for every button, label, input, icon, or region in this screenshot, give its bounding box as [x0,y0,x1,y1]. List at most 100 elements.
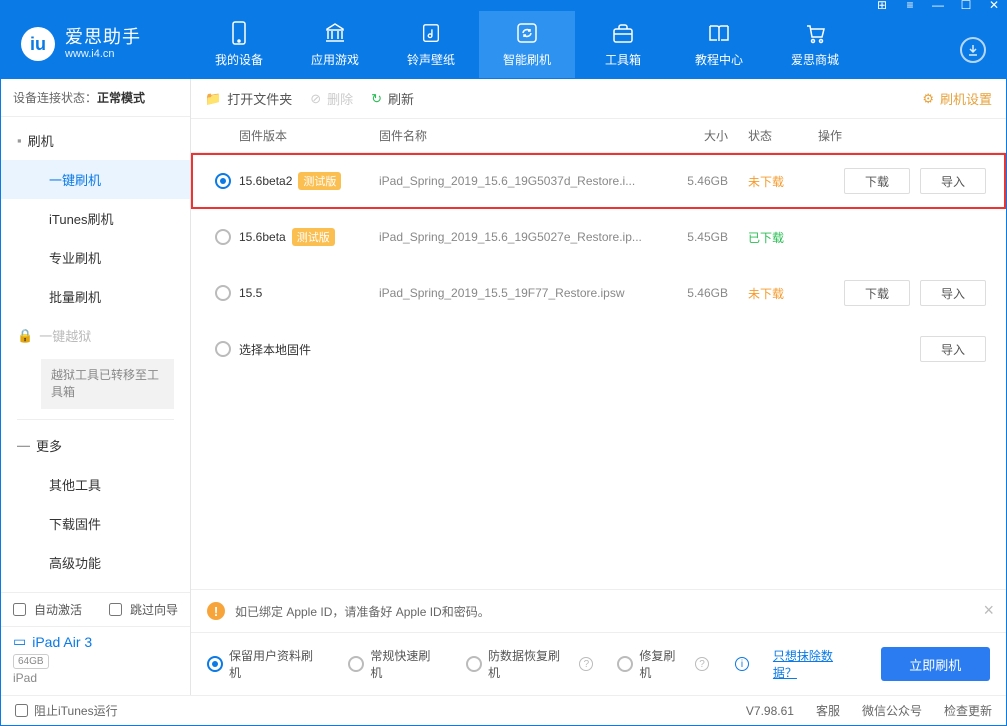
row-radio[interactable] [215,341,231,357]
appleid-warning: ! 如已绑定 Apple ID，请准备好 Apple ID和密码。 × [191,590,1006,633]
firmware-version: 15.6beta [239,230,286,244]
sidebar-item-pro-flash[interactable]: 专业刷机 [1,238,190,277]
sidebar-group-flash[interactable]: ▪ 刷机 [1,121,190,160]
auto-activate-label: 自动激活 [34,601,82,618]
sidebar-item-oneclick-flash[interactable]: 一键刷机 [1,160,190,199]
import-button[interactable]: 导入 [920,280,986,306]
refresh-button[interactable]: ↻ 刷新 [371,89,414,108]
download-button[interactable]: 下载 [844,280,910,306]
sidebar-item-batch-flash[interactable]: 批量刷机 [1,277,190,316]
main-content: 📁 打开文件夹 ⊘ 删除 ↻ 刷新 ⚙ 刷机设置 固件版本 固件名称 大小 状态… [191,79,1006,695]
info-icon[interactable]: i [735,657,749,671]
help-icon[interactable]: ? [695,657,709,671]
nav-ringtones[interactable]: 铃声壁纸 [383,11,479,78]
download-button[interactable]: 下载 [844,168,910,194]
customer-service-link[interactable]: 客服 [816,702,840,719]
open-folder-button[interactable]: 📁 打开文件夹 [205,89,292,108]
firmware-row[interactable]: 15.6beta2测试版iPad_Spring_2019_15.6_19G503… [191,153,1006,209]
firmware-status: 未下载 [728,173,818,190]
folder-icon: 📁 [205,91,221,107]
tablet-icon: ▭ [13,633,26,650]
firmware-filename: iPad_Spring_2019_15.6_19G5037d_Restore.i… [379,174,648,188]
cart-icon [803,21,827,45]
divider [17,419,174,420]
device-connection-status: 设备连接状态：正常模式 [1,79,190,117]
toolbar: 📁 打开文件夹 ⊘ 删除 ↻ 刷新 ⚙ 刷机设置 [191,79,1006,119]
skip-guide-label: 跳过向导 [130,601,178,618]
opt-repair-flash[interactable]: 修复刷机? [617,647,709,681]
window-titlebar: ⊞ ≡ — ☐ ✕ [1,1,1006,9]
opt-normal-flash[interactable]: 常规快速刷机 [348,647,442,681]
nav-label: 智能刷机 [503,51,551,68]
download-manager-icon[interactable] [960,37,986,63]
check-update-link[interactable]: 检查更新 [944,702,992,719]
connected-device[interactable]: ▭ iPad Air 3 64GB iPad [1,626,190,695]
firmware-version: 15.5 [239,286,262,300]
music-icon [419,21,443,45]
radio-icon [466,656,482,672]
nav-store[interactable]: 爱思商城 [767,11,863,78]
row-ops: 下载导入 [818,168,986,194]
jailbreak-moved-note: 越狱工具已转移至工具箱 [41,359,174,409]
device-type: iPad [13,671,178,685]
sidebar-item-download-firmware[interactable]: 下载固件 [1,504,190,543]
nav-my-device[interactable]: 我的设备 [191,11,287,78]
apps-icon [323,21,347,45]
close-icon[interactable]: × [983,600,994,621]
app-header: iu 爱思助手 www.i4.cn 我的设备 应用游戏 铃声壁纸 智能刷机 工具… [1,9,1006,79]
local-firmware-label: 选择本地固件 [239,343,311,357]
gear-icon: ⚙ [922,91,934,107]
nav-label: 我的设备 [215,51,263,68]
logo-url: www.i4.cn [65,48,141,60]
wechat-link[interactable]: 微信公众号 [862,702,922,719]
top-nav: 我的设备 应用游戏 铃声壁纸 智能刷机 工具箱 教程中心 爱思商城 [191,11,863,78]
th-status: 状态 [728,127,818,144]
block-itunes-checkbox[interactable]: 阻止iTunes运行 [15,702,118,719]
nav-tutorials[interactable]: 教程中心 [671,11,767,78]
nav-flash[interactable]: 智能刷机 [479,11,575,78]
row-radio[interactable] [215,173,231,189]
opt-keep-data[interactable]: 保留用户资料刷机 [207,647,324,681]
firmware-row[interactable]: 15.6beta测试版iPad_Spring_2019_15.6_19G5027… [191,209,1006,265]
lock-icon: 🔒 [17,328,33,344]
nav-label: 应用游戏 [311,51,359,68]
opt-anti-recovery[interactable]: 防数据恢复刷机? [466,647,593,681]
sidebar-item-other-tools[interactable]: 其他工具 [1,465,190,504]
firmware-size: 5.46GB [648,286,728,300]
nav-label: 工具箱 [605,51,641,68]
row-radio[interactable] [215,229,231,245]
refresh-icon [515,21,539,45]
collapse-icon: — [17,438,30,453]
import-button[interactable]: 导入 [920,336,986,362]
row-radio[interactable] [215,285,231,301]
logo-title: 爱思助手 [65,28,141,48]
nav-toolbox[interactable]: 工具箱 [575,11,671,78]
radio-icon [617,656,633,672]
skip-guide-checkbox[interactable] [109,603,122,616]
version-label: V7.98.61 [746,704,794,718]
flash-settings-button[interactable]: ⚙ 刷机设置 [922,89,992,108]
start-flash-button[interactable]: 立即刷机 [881,647,990,681]
app-logo: iu 爱思助手 www.i4.cn [1,27,191,61]
firmware-table-body: 15.6beta2测试版iPad_Spring_2019_15.6_19G503… [191,153,1006,589]
bottom-panel: ! 如已绑定 Apple ID，请准备好 Apple ID和密码。 × 保留用户… [191,589,1006,695]
sidebar-item-advanced[interactable]: 高级功能 [1,543,190,582]
nav-label: 铃声壁纸 [407,51,455,68]
nav-apps[interactable]: 应用游戏 [287,11,383,78]
sidebar-group-more[interactable]: — 更多 [1,426,190,465]
firmware-status: 未下载 [728,285,818,302]
help-icon[interactable]: ? [579,657,593,671]
import-button[interactable]: 导入 [920,168,986,194]
th-name: 固件名称 [379,127,648,144]
sidebar-item-itunes-flash[interactable]: iTunes刷机 [1,199,190,238]
delete-button[interactable]: ⊘ 删除 [310,89,353,108]
firmware-filename: iPad_Spring_2019_15.6_19G5027e_Restore.i… [379,230,648,244]
firmware-row[interactable]: 选择本地固件 导入 [191,321,1006,377]
firmware-table-head: 固件版本 固件名称 大小 状态 操作 [191,119,1006,153]
auto-activate-checkbox[interactable] [13,603,26,616]
th-version: 固件版本 [239,127,379,144]
firmware-row[interactable]: 15.5iPad_Spring_2019_15.5_19F77_Restore.… [191,265,1006,321]
sidebar-group-jailbreak: 🔒 一键越狱 [1,316,190,355]
erase-data-link[interactable]: 只想抹除数据？ [773,647,857,681]
firmware-status: 已下载 [728,229,818,246]
